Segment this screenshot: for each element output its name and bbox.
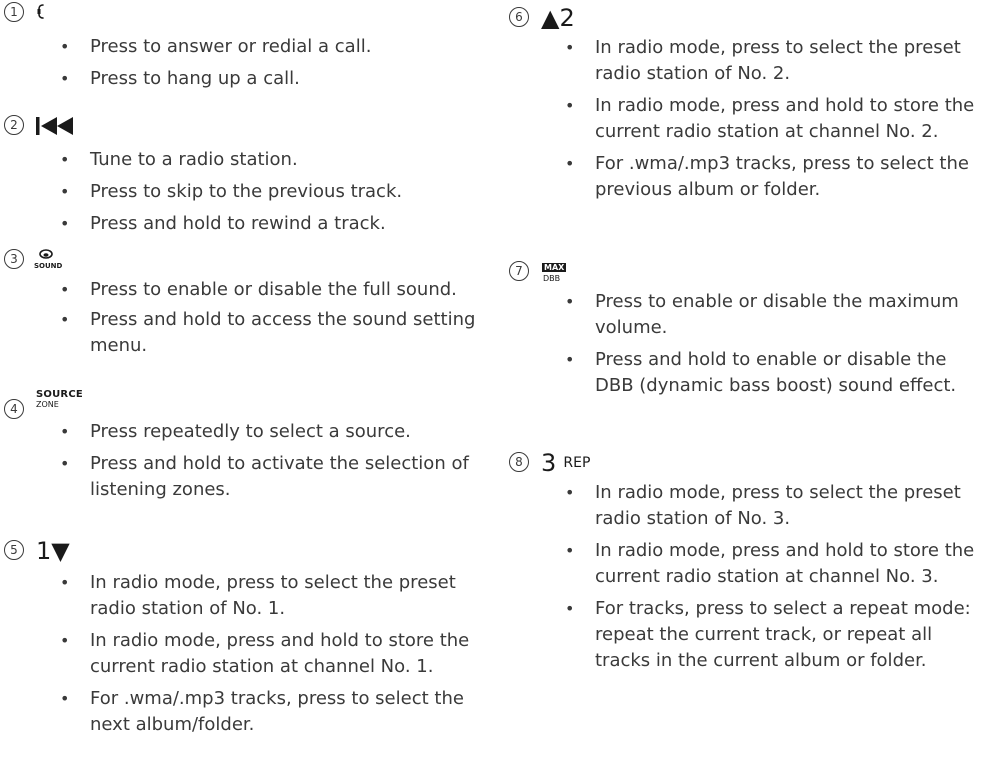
list-item: Press and hold to enable or disable the … — [505, 347, 982, 399]
item-number: 3 — [4, 249, 24, 269]
control-item-4: 4 SOURCE ZONE Press repeatedly to select… — [0, 385, 480, 500]
sound-caption: SOUND — [34, 262, 63, 270]
phone-handset-icon — [37, 4, 44, 19]
previous-track-icon — [36, 117, 73, 135]
list-item: In radio mode, press and hold to store t… — [505, 538, 982, 590]
item-number: 2 — [4, 115, 24, 135]
list-item: Press and hold to activate the selection… — [0, 451, 480, 503]
item-number: 7 — [509, 261, 529, 281]
sound-icon: SOUND — [33, 247, 63, 273]
zone-label: ZONE — [36, 400, 59, 409]
list-item: In radio mode, press and hold to store t… — [505, 93, 982, 145]
list-item: For .wma/.mp3 tracks, press to select th… — [505, 151, 982, 203]
bullet-list: Tune to a radio station. Press to skip t… — [0, 147, 480, 243]
list-item: Press to skip to the previous track. — [0, 179, 480, 205]
list-item: Press to enable or disable the full soun… — [0, 277, 480, 303]
rep-label: REP — [563, 455, 591, 471]
source-zone-label: SOURCE ZONE — [36, 390, 83, 409]
item-number: 4 — [4, 399, 24, 419]
list-item: Press to hang up a call. — [0, 66, 480, 92]
source-label: SOURCE — [36, 389, 83, 400]
bullet-list: Press to enable or disable the maximum v… — [505, 289, 982, 405]
bullet-list: Press repeatedly to select a source. Pre… — [0, 419, 480, 509]
list-item: Press to enable or disable the maximum v… — [505, 289, 982, 341]
control-item-6: 6 ▲2 In radio mode, press to select the … — [505, 5, 982, 245]
control-item-5: 5 1▼ In radio mode, press to select the … — [0, 538, 480, 768]
list-item: Press and hold to access the sound setti… — [0, 307, 480, 359]
bullet-list: Press to answer or redial a call. Press … — [0, 34, 480, 98]
item-number: 6 — [509, 7, 529, 27]
list-item: Press repeatedly to select a source. — [0, 419, 480, 445]
preset-2-up-label: ▲2 — [541, 4, 575, 32]
dbb-label: DBB — [543, 274, 561, 283]
item-number: 5 — [4, 540, 24, 560]
preset-3-number: 3 — [541, 449, 557, 477]
list-item: For .wma/.mp3 tracks, press to select th… — [0, 686, 480, 738]
control-item-2: 2 Tune to a radio station. Press to skip… — [0, 113, 480, 237]
bullet-list: In radio mode, press to select the prese… — [0, 570, 480, 744]
item-number: 1 — [4, 2, 24, 22]
bullet-list: Press to enable or disable the full soun… — [0, 277, 480, 365]
list-item: Press and hold to rewind a track. — [0, 211, 480, 237]
control-item-1: 1 Press to answer or redial a call. Pres… — [0, 0, 480, 92]
control-item-8: 8 3 REP In radio mode, press to select t… — [505, 450, 982, 768]
list-item: In radio mode, press to select the prese… — [505, 35, 982, 87]
control-item-3: 3 SOUND Press to enable or disable the f… — [0, 247, 480, 367]
list-item: Press to answer or redial a call. — [0, 34, 480, 60]
bullet-list: In radio mode, press to select the prese… — [505, 480, 982, 680]
list-item: For tracks, press to select a repeat mod… — [505, 596, 982, 674]
bullet-list: In radio mode, press to select the prese… — [505, 35, 982, 209]
item-number: 8 — [509, 452, 529, 472]
list-item: In radio mode, press to select the prese… — [505, 480, 982, 532]
list-item: Tune to a radio station. — [0, 147, 480, 173]
list-item: In radio mode, press and hold to store t… — [0, 628, 480, 680]
max-label: MAX — [542, 263, 567, 272]
control-item-7: 7 MAX DBB Press to enable or disable the… — [505, 255, 982, 435]
max-dbb-icon: MAX DBB — [542, 255, 568, 283]
list-item: In radio mode, press to select the prese… — [0, 570, 480, 622]
preset-3-rep-label: 3 REP — [541, 450, 590, 476]
preset-1-down-label: 1▼ — [36, 537, 70, 565]
